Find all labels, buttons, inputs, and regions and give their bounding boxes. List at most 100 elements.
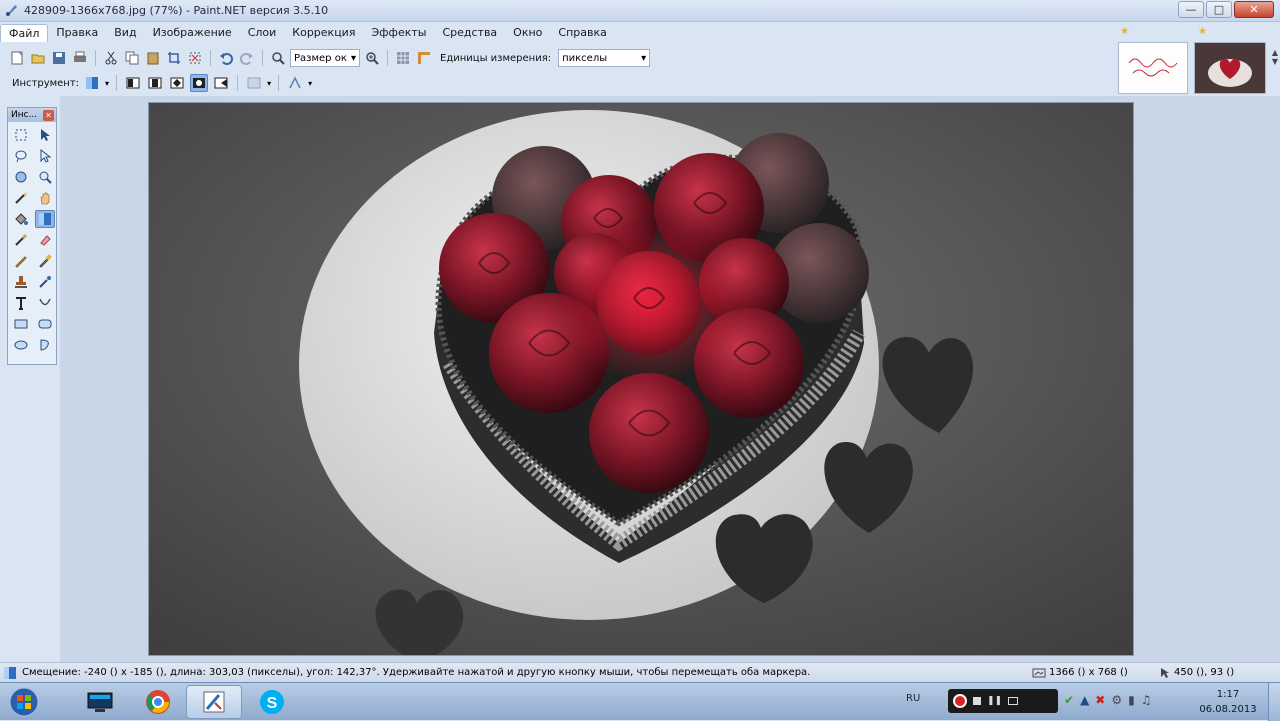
recolor-icon[interactable] [35, 273, 55, 291]
chevron-down-icon[interactable]: ▾ [308, 79, 312, 88]
menu-effects[interactable]: Эффекты [363, 24, 434, 41]
volume-icon[interactable]: ♫ [1141, 693, 1152, 707]
tools-icon[interactable]: ⚙ [1111, 693, 1122, 707]
zoom-in-icon[interactable] [363, 49, 381, 67]
rectangle-tool-icon[interactable] [11, 315, 31, 333]
menu-edit[interactable]: Правка [48, 24, 106, 41]
magic-wand-icon[interactable] [11, 189, 31, 207]
deselect-icon[interactable] [186, 49, 204, 67]
menu-help[interactable]: Справка [550, 24, 614, 41]
move-selected-icon[interactable] [35, 147, 55, 165]
check-icon[interactable]: ✔ [1064, 693, 1074, 707]
image-thumbnails: ★ ★ ▲ ▼ [1110, 22, 1280, 96]
cut-icon[interactable] [102, 49, 120, 67]
pan-hand-icon[interactable] [35, 189, 55, 207]
menu-layers[interactable]: Слои [240, 24, 285, 41]
gradient-linear-icon[interactable] [124, 74, 142, 92]
maximize-button[interactable]: □ [1206, 1, 1232, 18]
redo-icon[interactable] [238, 49, 256, 67]
zoom-tool-icon[interactable] [35, 168, 55, 186]
undo-icon[interactable] [217, 49, 235, 67]
show-desktop-button[interactable] [1268, 683, 1280, 721]
language-indicator[interactable]: RU [906, 693, 920, 704]
chevron-down-icon[interactable]: ▾ [267, 79, 271, 88]
gradient-status-icon [4, 666, 16, 679]
chrome-icon [146, 690, 170, 714]
taskbar-paintnet[interactable] [186, 685, 242, 719]
tool-options-bar: Инструмент: ▾ ▾ ▾ [0, 72, 1110, 94]
zoom-combo[interactable]: Размер ок ▾ [290, 49, 360, 67]
gradient-diamond-icon[interactable] [168, 74, 186, 92]
copy-icon[interactable] [123, 49, 141, 67]
gradient-radial-icon[interactable] [190, 74, 209, 92]
toolbar-separator [387, 50, 388, 66]
windows-logo-icon [9, 687, 39, 717]
image-thumbnail-1[interactable] [1118, 42, 1188, 94]
freeform-shape-icon[interactable] [35, 336, 55, 354]
tools-panel: Инс... ✕ [7, 107, 57, 365]
print-icon[interactable] [71, 49, 89, 67]
gradient-conical-icon[interactable] [212, 74, 230, 92]
network-icon[interactable]: ▲ [1080, 693, 1089, 707]
stop-icon [973, 697, 981, 705]
rounded-rectangle-icon[interactable] [35, 315, 55, 333]
minimize-button[interactable]: — [1178, 1, 1204, 18]
current-tool-gradient-icon[interactable] [83, 74, 101, 92]
thumb-pin-icon: ★ [1198, 26, 1207, 37]
ellipse-select-icon[interactable] [11, 168, 31, 186]
menu-file[interactable]: Файл [0, 23, 49, 42]
image-canvas[interactable] [148, 102, 1134, 663]
antialias-icon[interactable] [286, 74, 304, 92]
taskbar-skype[interactable]: S [244, 685, 300, 719]
paintbrush-icon[interactable] [11, 231, 31, 249]
thumbnail-script-image [1119, 43, 1187, 93]
color-mode-icon[interactable] [245, 74, 263, 92]
clock[interactable]: 1:17 06.08.2013 [1196, 687, 1260, 717]
gradient-reflected-icon[interactable] [146, 74, 164, 92]
taskbar-chrome[interactable] [130, 685, 186, 719]
menu-window[interactable]: Окно [505, 24, 550, 41]
menu-utilities[interactable]: Средства [434, 24, 505, 41]
pencil-icon[interactable] [11, 252, 31, 270]
rulers-icon[interactable] [415, 49, 433, 67]
paste-icon[interactable] [144, 49, 162, 67]
menu-adjustments[interactable]: Коррекция [284, 24, 363, 41]
clone-stamp-icon[interactable] [11, 273, 31, 291]
grid-icon[interactable] [394, 49, 412, 67]
text-tool-icon[interactable] [11, 294, 31, 312]
start-button[interactable] [4, 685, 44, 719]
chevron-down-icon: ▾ [350, 52, 356, 64]
move-selection-icon[interactable] [35, 126, 55, 144]
signal-icon[interactable]: ▮ [1128, 693, 1135, 707]
tools-panel-header[interactable]: Инс... ✕ [8, 108, 56, 122]
units-combo[interactable]: пикселы ▾ [558, 49, 651, 67]
new-file-icon[interactable] [8, 49, 26, 67]
close-button[interactable]: ✕ [1234, 1, 1274, 18]
lasso-select-icon[interactable] [11, 147, 31, 165]
open-folder-icon[interactable] [29, 49, 47, 67]
color-picker-icon[interactable] [35, 252, 55, 270]
units-combo-value: пикселы [562, 52, 608, 64]
taskbar-app-1[interactable] [72, 685, 128, 719]
gradient-tool-icon[interactable] [35, 210, 55, 228]
eraser-icon[interactable] [35, 231, 55, 249]
window-title: 428909-1366x768.jpg (77%) - Paint.NET ве… [24, 4, 329, 17]
rectangle-select-icon[interactable] [11, 126, 31, 144]
image-size-icon [1032, 668, 1046, 677]
tray-icons: ✔ ▲ ✖ ⚙ ▮ ♫ [1064, 693, 1152, 707]
chevron-down-icon[interactable]: ▾ [105, 79, 109, 88]
line-curve-icon[interactable] [35, 294, 55, 312]
paint-bucket-icon[interactable] [11, 210, 31, 228]
status-bar: Смещение: -240 () x -185 (), длина: 303,… [0, 662, 1280, 682]
close-icon[interactable]: ✕ [43, 109, 54, 121]
crop-to-selection-icon[interactable] [165, 49, 183, 67]
menu-image[interactable]: Изображение [145, 24, 240, 41]
save-icon[interactable] [50, 49, 68, 67]
ellipse-tool-icon[interactable] [11, 336, 31, 354]
menu-view[interactable]: Вид [106, 24, 144, 41]
clock-time: 1:17 [1216, 689, 1240, 700]
thumbnails-scroll[interactable]: ▲ ▼ [1272, 48, 1278, 66]
image-thumbnail-2[interactable] [1194, 42, 1266, 94]
security-icon[interactable]: ✖ [1095, 693, 1105, 707]
recorder-widget[interactable]: ❚❚ [948, 689, 1058, 713]
